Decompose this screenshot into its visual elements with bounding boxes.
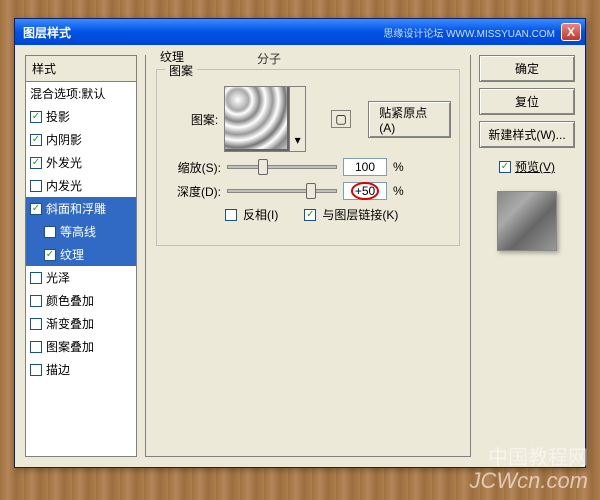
- sidebar-item[interactable]: 外发光: [26, 151, 136, 174]
- depth-input[interactable]: +50: [343, 182, 387, 200]
- sidebar-list: 混合选项:默认投影内阴影外发光内发光斜面和浮雕等高线纹理光泽颜色叠加渐变叠加图案…: [26, 82, 136, 381]
- sidebar-item[interactable]: 描边: [26, 358, 136, 381]
- sidebar-item[interactable]: 斜面和浮雕: [26, 197, 136, 220]
- link-label: 与图层链接(K): [322, 206, 398, 223]
- sidebar-item[interactable]: 渐变叠加: [26, 312, 136, 335]
- sidebar-checkbox[interactable]: [30, 295, 42, 307]
- preview-swatch: [497, 191, 557, 251]
- options-panel: 纹理 图案 分子 图案: ▾ ▢ 贴紧原点(A) 缩放(S):: [145, 55, 471, 457]
- sidebar-item[interactable]: 光泽: [26, 266, 136, 289]
- sidebar-item-label: 颜色叠加: [46, 292, 94, 309]
- sidebar-item[interactable]: 纹理: [26, 243, 136, 266]
- sidebar-item-label: 光泽: [46, 269, 70, 286]
- sidebar-item[interactable]: 投影: [26, 105, 136, 128]
- link-checkbox[interactable]: [304, 209, 316, 221]
- close-icon: X: [567, 25, 575, 39]
- group-title: 图案: [165, 62, 197, 79]
- sidebar-item[interactable]: 等高线: [26, 220, 136, 243]
- new-preset-button[interactable]: ▢: [331, 110, 350, 128]
- slider-thumb[interactable]: [306, 183, 316, 199]
- scale-unit: %: [393, 160, 404, 174]
- titlebar[interactable]: 图层样式 思缘设计论坛 WWW.MISSYUAN.COM X: [15, 19, 585, 45]
- sidebar-item-label: 等高线: [60, 223, 96, 240]
- sidebar-item-label: 投影: [46, 108, 70, 125]
- sidebar-item-label: 内发光: [46, 177, 82, 194]
- depth-label: 深度(D):: [165, 183, 221, 200]
- new-style-button[interactable]: 新建样式(W)...: [479, 121, 575, 148]
- sidebar-item-label: 渐变叠加: [46, 315, 94, 332]
- sidebar-item[interactable]: 内发光: [26, 174, 136, 197]
- preview-checkbox[interactable]: [499, 161, 511, 173]
- scale-input[interactable]: 100: [343, 158, 387, 176]
- sidebar-item[interactable]: 混合选项:默认: [26, 82, 136, 105]
- sidebar-item[interactable]: 内阴影: [26, 128, 136, 151]
- sidebar-item-label: 内阴影: [46, 131, 82, 148]
- sidebar-checkbox[interactable]: [30, 364, 42, 376]
- sidebar-checkbox[interactable]: [30, 203, 42, 215]
- sidebar-item-label: 图案叠加: [46, 338, 94, 355]
- sidebar-item-label: 描边: [46, 361, 70, 378]
- sidebar-checkbox[interactable]: [30, 111, 42, 123]
- pattern-group: 图案 分子 图案: ▾ ▢ 贴紧原点(A) 缩放(S): 100: [156, 69, 460, 246]
- scale-slider[interactable]: [227, 165, 337, 169]
- layer-style-dialog: 图层样式 思缘设计论坛 WWW.MISSYUAN.COM X 样式 混合选项:默…: [14, 18, 586, 468]
- sidebar-checkbox[interactable]: [30, 341, 42, 353]
- sidebar-checkbox[interactable]: [30, 272, 42, 284]
- cancel-button[interactable]: 复位: [479, 88, 575, 115]
- sidebar-checkbox[interactable]: [44, 249, 56, 261]
- sidebar-checkbox[interactable]: [30, 134, 42, 146]
- pattern-name-label: 分子: [257, 50, 281, 67]
- sidebar-header: 样式: [26, 56, 136, 82]
- chevron-down-icon: ▾: [295, 133, 301, 147]
- sidebar-checkbox[interactable]: [30, 157, 42, 169]
- depth-unit: %: [393, 184, 404, 198]
- snap-origin-button[interactable]: 贴紧原点(A): [368, 101, 451, 138]
- pattern-dropdown[interactable]: ▾: [290, 86, 306, 152]
- styles-sidebar: 样式 混合选项:默认投影内阴影外发光内发光斜面和浮雕等高线纹理光泽颜色叠加渐变叠…: [25, 55, 137, 457]
- sidebar-checkbox[interactable]: [30, 180, 42, 192]
- sidebar-checkbox[interactable]: [44, 226, 56, 238]
- sidebar-item-label: 混合选项:默认: [30, 85, 105, 102]
- sidebar-item[interactable]: 图案叠加: [26, 335, 136, 358]
- invert-checkbox[interactable]: [225, 209, 237, 221]
- preview-label: 预览(V): [515, 158, 555, 175]
- right-column: 确定 复位 新建样式(W)... 预览(V): [479, 55, 575, 457]
- sidebar-item-label: 外发光: [46, 154, 82, 171]
- watermark-en: JCWcn.com: [469, 468, 588, 494]
- depth-slider[interactable]: [227, 189, 337, 193]
- ok-button[interactable]: 确定: [479, 55, 575, 82]
- invert-label: 反相(I): [243, 206, 278, 223]
- window-title: 图层样式: [23, 24, 71, 41]
- close-button[interactable]: X: [561, 23, 581, 41]
- sidebar-item-label: 纹理: [60, 246, 84, 263]
- titlebar-watermark: 思缘设计论坛 WWW.MISSYUAN.COM: [383, 25, 555, 40]
- watermark-cn: 中国教程网: [488, 441, 588, 470]
- pattern-label: 图案:: [165, 111, 218, 128]
- sidebar-checkbox[interactable]: [30, 318, 42, 330]
- document-icon: ▢: [335, 112, 346, 126]
- scale-label: 缩放(S):: [165, 159, 221, 176]
- sidebar-item-label: 斜面和浮雕: [46, 200, 106, 217]
- pattern-swatch[interactable]: [224, 86, 290, 152]
- highlight-ellipse: +50: [351, 182, 379, 200]
- slider-thumb[interactable]: [258, 159, 268, 175]
- sidebar-item[interactable]: 颜色叠加: [26, 289, 136, 312]
